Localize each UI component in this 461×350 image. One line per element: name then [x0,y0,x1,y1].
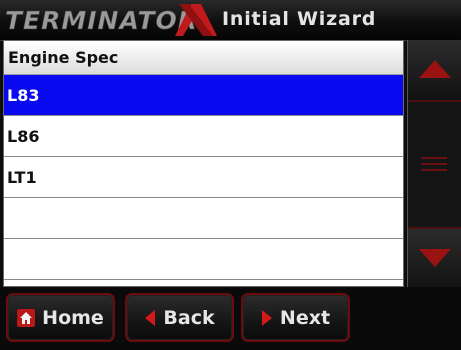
engine-spec-list: Engine Spec L83 L86 LT1 [3,40,404,287]
back-button-label: Back [163,306,215,329]
grip-lines-icon[interactable] [418,156,450,172]
scroll-down-button[interactable] [408,227,461,289]
home-button-label: Home [42,306,104,329]
list-item-empty[interactable] [4,239,403,280]
list-item-empty[interactable] [4,198,403,239]
home-icon [17,308,36,327]
title-bar: TERMINATOR Initial Wizard [0,0,461,41]
wizard-screen: TERMINATOR Initial Wizard Engine Spec L8… [0,0,461,350]
triangle-up-icon [419,60,451,78]
scrollbar[interactable] [407,40,461,289]
next-button-label: Next [279,306,331,329]
home-button[interactable]: Home [6,293,115,342]
triangle-down-icon [419,249,451,267]
arrow-right-icon [261,309,272,326]
button-bar: Home Back Next [0,287,461,350]
arrow-left-icon [145,309,156,326]
scroll-track[interactable] [408,102,461,225]
back-button[interactable]: Back [125,293,234,342]
column-header: Engine Spec [4,41,403,75]
svg-text:TERMINATOR: TERMINATOR [5,6,198,35]
list-item[interactable]: LT1 [4,157,403,198]
terminator-x-logo: TERMINATOR [5,4,217,36]
list-item[interactable]: L86 [4,116,403,157]
list-item[interactable]: L83 [4,75,403,116]
page-title: Initial Wizard [222,8,377,30]
scroll-up-button[interactable] [408,40,461,102]
next-button[interactable]: Next [241,293,350,342]
